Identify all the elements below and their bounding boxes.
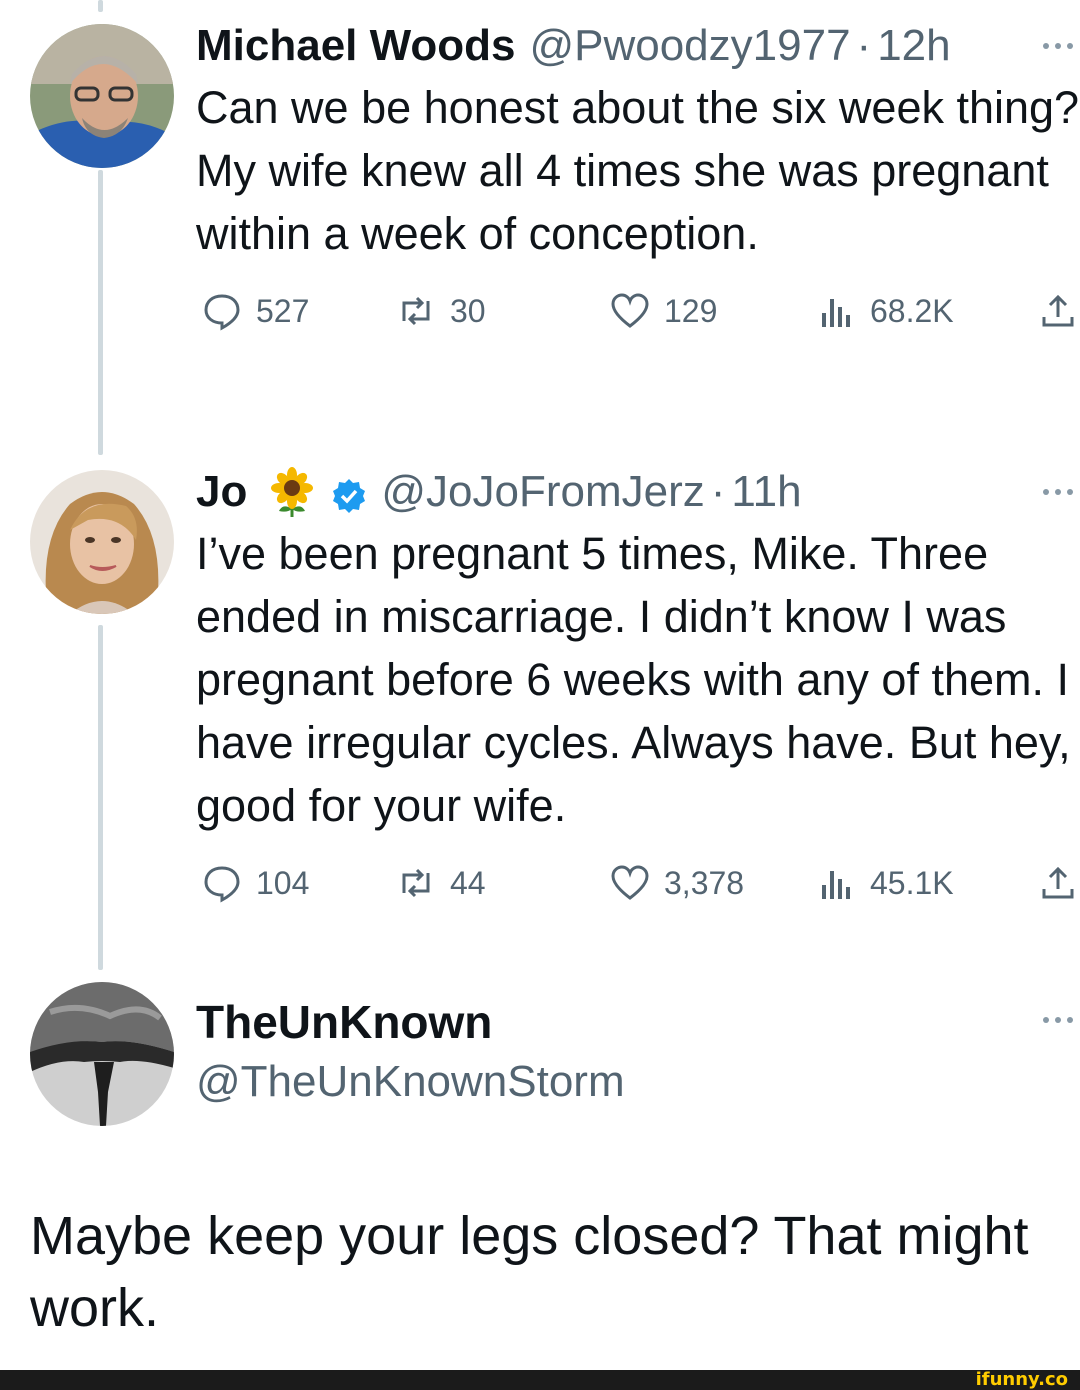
share-button[interactable] — [1038, 291, 1080, 331]
thread-line-1 — [98, 170, 103, 455]
tweet-michael-woods[interactable]: Michael Woods @Pwoodzy1977 · 12h Can we … — [196, 20, 1080, 343]
retweet-icon — [402, 868, 430, 898]
heart-icon — [611, 865, 649, 900]
like-button[interactable]: 129 — [610, 291, 717, 331]
reply-button[interactable]: 527 — [202, 291, 309, 331]
views-button[interactable]: 68.2K — [816, 291, 954, 331]
retweet-icon — [402, 296, 430, 326]
views-button[interactable]: 45.1K — [816, 863, 954, 903]
tweet-jo[interactable]: Jo @JoJoFromJerz · 11h I’ve been pregnan… — [196, 466, 1080, 915]
retweet-count: 44 — [450, 864, 486, 901]
reply-button[interactable]: 104 — [202, 863, 309, 903]
tweet-text: Maybe keep your legs closed? That might … — [30, 1206, 1029, 1338]
verified-badge-icon[interactable] — [331, 474, 367, 513]
timestamp[interactable]: 11h — [731, 466, 801, 518]
views-chart-icon — [822, 871, 850, 899]
user-handle[interactable]: @TheUnKnownStorm — [196, 1054, 1080, 1110]
more-options-icon[interactable] — [1040, 20, 1076, 72]
like-button[interactable]: 3,378 — [610, 863, 744, 903]
display-name[interactable]: Michael Woods — [196, 20, 515, 72]
user-handle[interactable]: @Pwoodzy1977 — [529, 20, 850, 72]
separator-dot: · — [856, 21, 872, 70]
retweet-count: 30 — [450, 292, 486, 329]
reply-icon — [204, 294, 240, 331]
avatar-theunknown[interactable] — [30, 982, 174, 1126]
reply-count: 104 — [256, 864, 310, 901]
share-button[interactable] — [1038, 863, 1080, 903]
tweet-actions: 104 44 3,378 45.1K — [196, 863, 1080, 915]
views-count: 68.2K — [870, 292, 954, 329]
separator-dot: · — [710, 467, 726, 516]
share-icon — [1042, 866, 1074, 899]
views-chart-icon — [822, 299, 850, 327]
ifunny-watermark: ifunny.co — [969, 1370, 1074, 1390]
avatar-jo[interactable] — [30, 470, 174, 614]
thread-line-top — [98, 0, 103, 12]
reply-count: 527 — [256, 292, 310, 329]
like-count: 129 — [664, 292, 718, 329]
more-options-icon[interactable] — [1040, 994, 1076, 1046]
heart-icon — [611, 293, 649, 328]
tweet-text: I’ve been pregnant 5 times, Mike. Three … — [196, 528, 1071, 831]
reply-icon — [204, 866, 240, 903]
display-name[interactable]: TheUnKnown — [196, 994, 492, 1050]
retweet-button[interactable]: 44 — [396, 863, 486, 903]
avatar-michael-woods[interactable] — [30, 24, 174, 168]
display-name[interactable]: Jo — [196, 466, 247, 518]
retweet-button[interactable]: 30 — [396, 291, 486, 331]
like-count: 3,378 — [664, 864, 745, 901]
tweet-header: TheUnKnown — [196, 994, 1080, 1050]
sunflower-emoji-icon — [267, 467, 317, 517]
tweet-theunknown[interactable]: TheUnKnown @TheUnKnownStorm — [196, 994, 1080, 1110]
user-handle[interactable]: @JoJoFromJerz — [381, 466, 704, 518]
tweet-text: Can we be honest about the six week thin… — [196, 82, 1080, 259]
timestamp[interactable]: 12h — [877, 20, 950, 72]
views-count: 45.1K — [870, 864, 954, 901]
tweet-actions: 527 30 129 68.2K — [196, 291, 1080, 343]
more-options-icon[interactable] — [1040, 466, 1076, 518]
thread-line-2 — [98, 625, 103, 970]
footer-bar — [0, 1370, 1080, 1390]
tweet-header: Jo @JoJoFromJerz · 11h — [196, 466, 1080, 518]
tweet-header: Michael Woods @Pwoodzy1977 · 12h — [196, 20, 1080, 72]
share-icon — [1042, 294, 1074, 327]
